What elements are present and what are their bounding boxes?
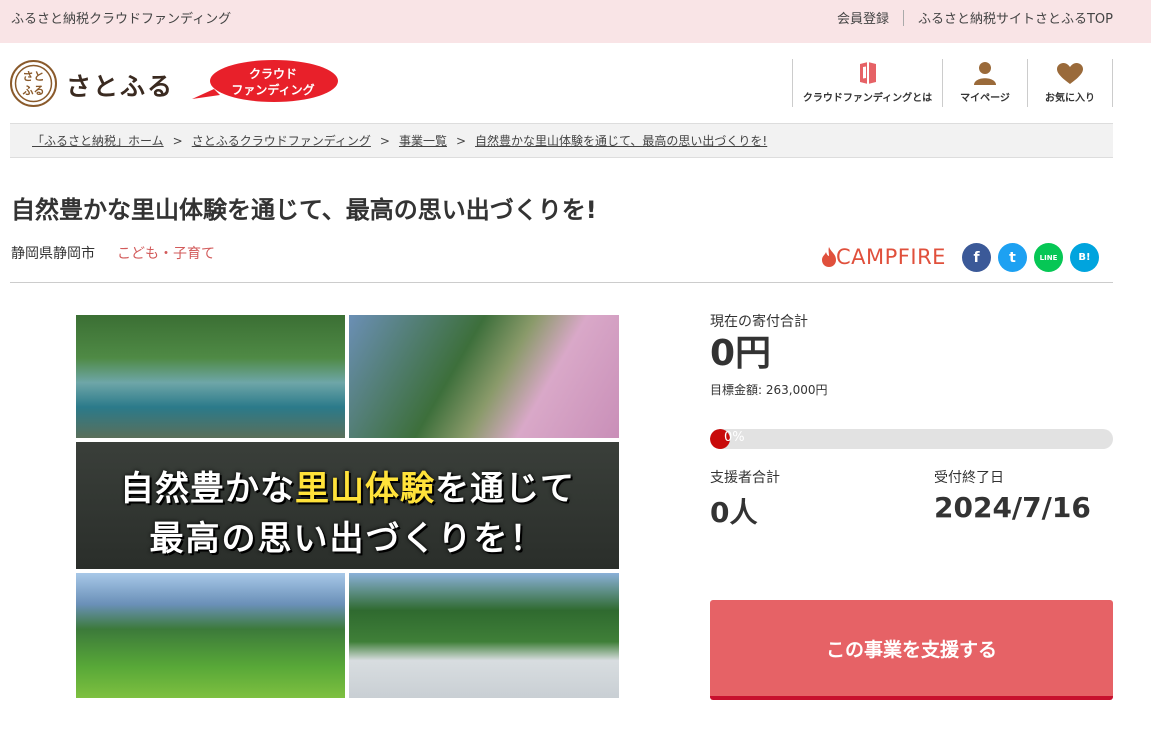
breadcrumb-crowdfunding[interactable]: さとふるクラウドファンディング [192,132,371,149]
facebook-share-icon[interactable]: f [962,243,991,272]
badge-line-1: クラウド [248,67,297,81]
project-hero-image: 自然豊かな里山体験を通じて 最高の思い出づくりを！ [76,315,619,698]
deadline-value: 2024/7/16 [934,491,1091,524]
deadline-stat: 受付終了日 2024/7/16 [934,467,1091,524]
breadcrumb-home[interactable]: 「ふるさと納税」ホーム [32,132,164,149]
satofull-logo-text[interactable]: さとふる [66,67,174,103]
progress-percent: 0% [724,430,745,445]
satofull-top-link[interactable]: ふるさと納税サイトさとふるTOP [918,8,1113,27]
top-links-divider [902,9,904,26]
funding-panel: 現在の寄付合計 0円 目標金額: 263,000円 0% 支援者合計 0人 受付… [710,311,1113,529]
twitter-share-icon[interactable]: t [998,243,1027,272]
hero-line1-highlight: 里山体験 [295,469,435,509]
breadcrumb-project-list[interactable]: 事業一覧 [399,132,447,149]
goal-value: 263,000円 [765,383,828,397]
user-icon [974,62,996,85]
deadline-label: 受付終了日 [934,470,1004,486]
river-photo [76,315,345,438]
svg-text:ふる: ふる [23,84,45,97]
breadcrumb-separator: > [455,133,467,148]
header-nav: クラウドファンディングとは マイページ お気に入り [792,59,1113,107]
supporters-value: 0人 [710,496,758,529]
breadcrumb: 「ふるさと納税」ホーム > さとふるクラウドファンディング > 事業一覧 > 自… [10,123,1113,158]
hatena-bookmark-icon[interactable]: B! [1070,243,1099,272]
social-share: f t LINE B! [962,243,1099,272]
total-amount: 0円 [710,333,772,374]
satofull-logo-mark[interactable]: さと ふる [10,60,57,107]
nav-favorites[interactable]: お気に入り [1027,59,1113,107]
badge-line-2: ファンディング [231,83,315,97]
nav-about-label: クラウドファンディングとは [802,93,933,104]
support-project-button[interactable]: この事業を支援する [710,600,1113,700]
nav-favorites-label: お気に入り [1045,93,1095,104]
page-title: 自然豊かな里山体験を通じて、最高の思い出づくりを! [11,196,597,224]
svg-text:さと: さと [23,70,45,83]
tea-field-photo [76,573,345,698]
crowdfunding-badge[interactable]: クラウド ファンディング [192,59,342,107]
site-name[interactable]: ふるさと納税クラウドファンディング [11,8,231,27]
hero-caption-line-2: 最高の思い出づくりを！ [149,519,546,559]
breadcrumb-separator: > [379,133,390,148]
line-share-icon[interactable]: LINE [1034,243,1063,272]
project-meta: 静岡県静岡市 こども・子育て [11,243,215,263]
campfire-text: CAMPFIRE [836,245,946,269]
heart-icon [1057,63,1083,84]
logo-mark-icon: さと ふる [14,64,53,103]
register-link[interactable]: 会員登録 [837,8,889,27]
goal-amount: 目標金額: 263,000円 [710,381,1113,398]
section-divider [10,282,1113,283]
breadcrumb-separator: > [172,133,183,148]
badge-text: クラウド ファンディング [192,59,342,107]
project-location: 静岡県静岡市 [11,246,95,262]
site-header: さと ふる さとふる クラウド ファンディング クラウドファンディングとは マイ… [0,43,1151,123]
supporters-label: 支援者合計 [710,470,780,486]
hero-line1-a: 自然豊かな [120,469,295,509]
project-category[interactable]: こども・子育て [117,243,215,263]
supporters-stat: 支援者合計 0人 [710,467,780,531]
goal-label: 目標金額: [710,383,763,397]
total-label: 現在の寄付合計 [710,314,808,330]
nav-mypage[interactable]: マイページ [942,59,1027,107]
nav-about-crowdfunding[interactable]: クラウドファンディングとは [792,59,942,107]
progress-bar: 0% [710,429,1113,449]
book-icon [859,62,876,84]
school-photo [349,573,619,698]
hero-line1-b: を通じて [435,469,575,509]
cherry-blossom-photo [349,315,619,438]
hero-caption-line-1: 自然豊かな里山体験を通じて [76,461,619,510]
flame-icon [822,247,836,267]
breadcrumb-current[interactable]: 自然豊かな里山体験を通じて、最高の思い出づくりを! [475,132,767,149]
nav-mypage-label: マイページ [960,93,1010,104]
top-bar: ふるさと納税クラウドファンディング 会員登録 ふるさと納税サイトさとふるTOP [0,0,1151,43]
campfire-logo[interactable]: CAMPFIRE [822,245,946,269]
top-links: 会員登録 ふるさと納税サイトさとふるTOP [837,8,1113,27]
